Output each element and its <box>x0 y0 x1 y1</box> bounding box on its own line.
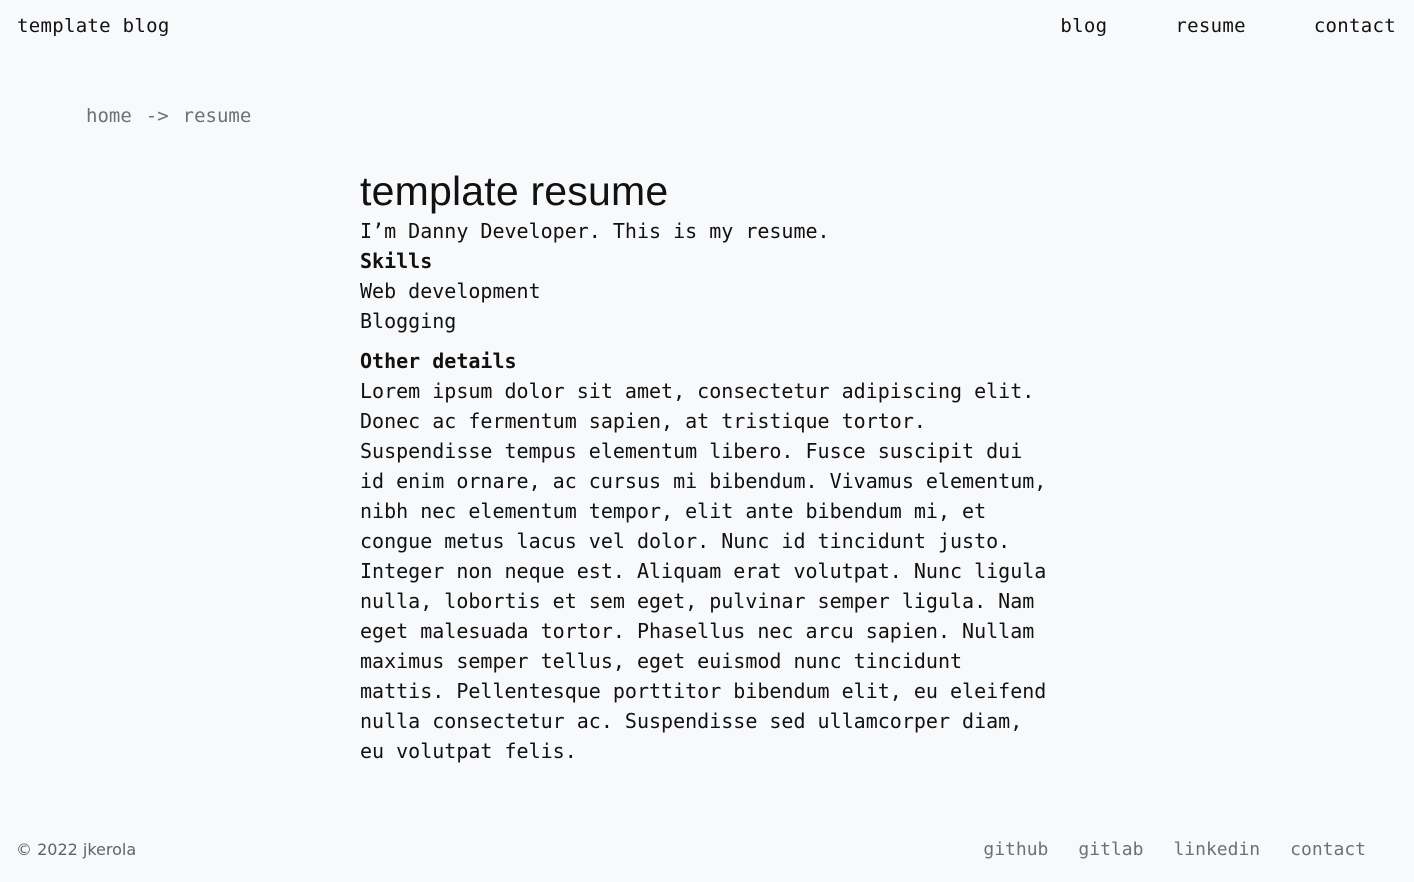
breadcrumb-separator: -> <box>145 105 169 127</box>
footer-link-linkedin[interactable]: linkedin <box>1173 838 1260 862</box>
nav-link-contact[interactable]: contact <box>1314 12 1396 40</box>
nav-link-resume[interactable]: resume <box>1175 12 1245 40</box>
other-details-heading: Other details <box>360 349 517 373</box>
nav-link-blog[interactable]: blog <box>1060 12 1107 40</box>
other-details-text: Lorem ipsum dolor sit amet, consectetur … <box>360 379 1047 763</box>
footer-link-gitlab[interactable]: gitlab <box>1078 838 1143 862</box>
main-nav: blog resume contact <box>1060 12 1396 40</box>
skills-list: Web development Blogging <box>360 276 1060 336</box>
page-title: template resume <box>360 168 669 214</box>
copyright: © 2022 jkerola <box>16 840 137 859</box>
breadcrumb-home-link[interactable]: home <box>86 102 132 130</box>
list-item: Web development <box>360 279 541 303</box>
footer-links: github gitlab linkedin contact <box>983 838 1366 862</box>
footer-link-contact[interactable]: contact <box>1290 838 1366 862</box>
list-item: Blogging <box>360 309 457 333</box>
breadcrumb-current: resume <box>182 105 252 127</box>
intro-text: I’m Danny Developer. This is my resume. <box>360 219 830 243</box>
footer-link-github[interactable]: github <box>983 838 1048 862</box>
site-title-link[interactable]: template blog <box>17 12 170 40</box>
skills-heading: Skills <box>360 249 433 273</box>
main-content: template resume I’m Danny Developer. Thi… <box>360 166 1060 766</box>
breadcrumb: home -> resume <box>86 102 251 130</box>
